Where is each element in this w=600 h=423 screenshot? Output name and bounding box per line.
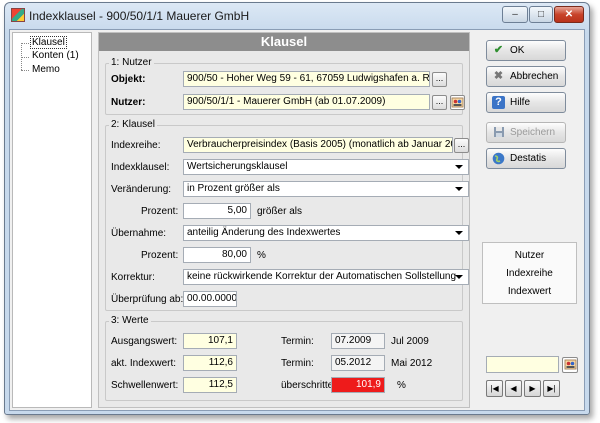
termin1-text: Jul 2009 [391, 336, 429, 347]
navigation-tree: Klausel Konten (1) Memo [12, 32, 92, 408]
klausel-group-label: 2: Klausel [109, 119, 157, 130]
speichern-button[interactable]: Speichern [486, 122, 566, 143]
schwellenwert-label: Schwellenwert: [111, 380, 179, 391]
dialog-client: Klausel Konten (1) Memo Klausel 1: Nutze… [9, 29, 585, 411]
ausgangswert-field: 107,1 [183, 333, 237, 349]
termin2-label: Termin: [281, 358, 314, 369]
checkmark-icon: ✔ [493, 44, 504, 56]
werte-group-label: 3: Werte [109, 315, 151, 326]
schwellenwert-field: 112,5 [183, 377, 237, 393]
veraenderung-label: Veränderung: [111, 184, 172, 195]
app-icon [11, 8, 25, 22]
prozent2-suffix: % [257, 250, 266, 261]
globe-icon [492, 152, 505, 165]
abbrechen-button[interactable]: ✖ Abbrechen [486, 66, 566, 87]
ok-button[interactable]: ✔ OK [486, 40, 566, 61]
destatis-button[interactable]: Destatis [486, 148, 566, 169]
nutzer-browse-button[interactable]: ... [432, 95, 447, 110]
user-card-icon[interactable] [562, 357, 578, 373]
minimize-button[interactable]: – [502, 6, 528, 23]
ueberpruefung-label: Überprüfung ab: [111, 294, 184, 305]
indexreihe-label: Indexreihe: [111, 140, 161, 151]
hilfe-button[interactable]: ? Hilfe [486, 92, 566, 113]
hilfe-label: Hilfe [510, 97, 531, 108]
tree-connector [21, 43, 29, 58]
uebernahme-select[interactable]: anteilig Änderung des Indexwertes [183, 225, 469, 241]
nutzer-label: Nutzer: [111, 97, 146, 108]
save-disk-icon [492, 126, 505, 139]
objekt-field[interactable]: 900/50 - Hoher Weg 59 - 61, 67059 Ludwig… [183, 71, 430, 87]
speichern-label: Speichern [510, 127, 556, 138]
dialog-window: Indexklausel - 900/50/1/1 Mauerer GmbH –… [4, 2, 590, 415]
tree-connector [21, 70, 29, 71]
info-line-nutzer: Nutzer [514, 250, 545, 261]
nav-next-button[interactable]: ▶ [524, 380, 541, 397]
akt-index-field: 112,6 [183, 355, 237, 371]
main-panel: Klausel 1: Nutzer Objekt: 900/50 - Hoher… [98, 32, 470, 408]
action-sidebar: ✔ OK ✖ Abbrechen ? Hilfe Speichern Desta… [476, 30, 584, 410]
close-button[interactable]: ✕ [554, 6, 584, 23]
prozent1-suffix: größer als [257, 206, 303, 217]
help-icon: ? [492, 96, 505, 109]
nutzer-field[interactable]: 900/50/1/1 - Mauerer GmbH (ab 01.07.2009… [183, 94, 430, 110]
info-box: Nutzer Indexreihe Indexwert [482, 242, 577, 304]
panel-title: Klausel [99, 33, 469, 51]
korrektur-label: Korrektur: [111, 272, 155, 283]
cancel-x-icon: ✖ [493, 70, 504, 82]
indexklausel-label: Indexklausel: [111, 162, 170, 173]
prozent2-label: Prozent: [141, 250, 179, 261]
nav-first-button[interactable]: |◀ [486, 380, 503, 397]
title-bar[interactable]: Indexklausel - 900/50/1/1 Mauerer GmbH –… [5, 3, 589, 29]
info-line-indexwert: Indexwert [507, 286, 552, 297]
veraenderung-select[interactable]: in Prozent größer als [183, 181, 469, 197]
tree-item-konten[interactable]: Konten (1) [32, 50, 79, 61]
ok-label: OK [510, 45, 525, 56]
indexreihe-browse-button[interactable]: ... [454, 138, 469, 153]
prozent1-input[interactable]: 5,00 [183, 203, 251, 219]
window-title: Indexklausel - 900/50/1/1 Mauerer GmbH [29, 9, 250, 23]
ueberschritten-suffix: % [397, 380, 406, 391]
maximize-button[interactable]: □ [529, 6, 553, 23]
prozent2-input[interactable]: 80,00 [183, 247, 251, 263]
record-search-input[interactable] [486, 356, 559, 373]
tree-connector [21, 57, 29, 70]
termin2-text: Mai 2012 [391, 358, 433, 369]
prozent1-label: Prozent: [141, 206, 179, 217]
ueberpruefung-input[interactable]: 00.00.0000 [183, 291, 237, 307]
uebernahme-label: Übernahme: [111, 228, 167, 239]
objekt-browse-button[interactable]: ... [432, 72, 447, 87]
termin1-field: 07.2009 [331, 333, 385, 349]
user-card-icon[interactable] [450, 95, 465, 110]
korrektur-select[interactable]: keine rückwirkende Korrektur der Automat… [183, 269, 469, 285]
indexreihe-field[interactable]: Verbraucherpreisindex (Basis 2005) (mona… [183, 137, 453, 153]
nutzer-group-label: 1: Nutzer [109, 57, 154, 68]
info-line-indexreihe: Indexreihe [506, 268, 553, 279]
indexklausel-select[interactable]: Wertsicherungsklausel [183, 159, 469, 175]
tree-item-klausel[interactable]: Klausel [30, 36, 67, 49]
tree-item-memo[interactable]: Memo [32, 64, 60, 75]
ueberschritten-field: 101,9 [331, 377, 385, 393]
ausgangswert-label: Ausgangswert: [111, 336, 178, 347]
termin1-label: Termin: [281, 336, 314, 347]
akt-index-label: akt. Indexwert: [111, 358, 177, 369]
nav-prev-button[interactable]: ◀ [505, 380, 522, 397]
destatis-label: Destatis [510, 153, 547, 164]
abbrechen-label: Abbrechen [510, 71, 559, 82]
objekt-label: Objekt: [111, 74, 146, 85]
termin2-field: 05.2012 [331, 355, 385, 371]
nav-last-button[interactable]: ▶| [543, 380, 560, 397]
